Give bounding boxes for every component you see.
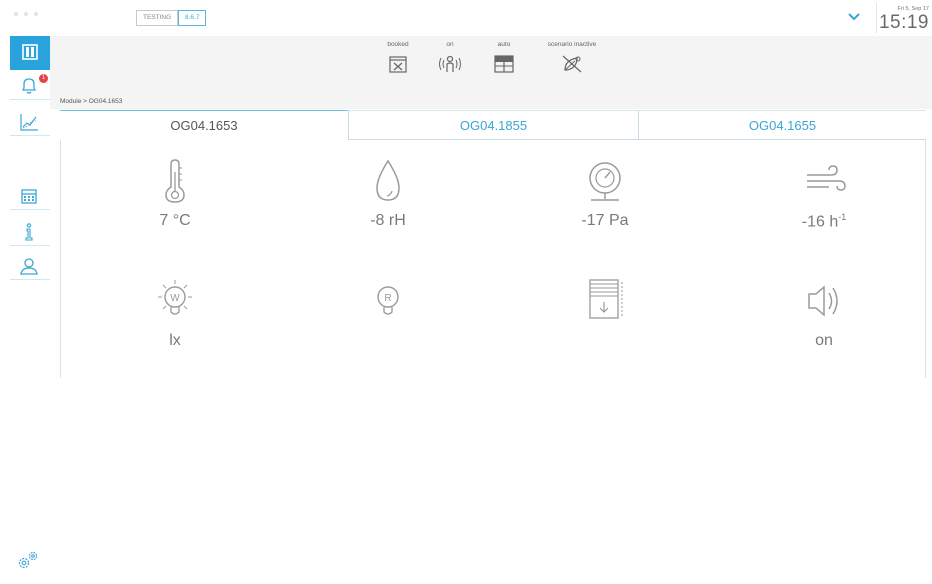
top-bar: TESTING 8.6.7 Fri 5, Sep 17 15:19 — [0, 0, 932, 36]
sidebar-item-calendar[interactable] — [10, 180, 50, 210]
humidity-value: -8 rH — [370, 212, 406, 229]
breadcrumb: Module > OG04.1653 — [60, 98, 123, 105]
status-bar: booked on auto scenario inactive Module … — [50, 36, 932, 109]
air-change-value: -16 h-1 — [801, 212, 847, 231]
pressure-tile[interactable]: -17 Pa — [530, 158, 680, 230]
lightbulb-w-icon: W — [158, 280, 192, 315]
user-icon — [20, 258, 38, 275]
droplet-icon — [376, 159, 400, 201]
tab-og04-1855[interactable]: OG04.1855 — [348, 110, 638, 140]
air-change-tile[interactable]: -16 h-1 — [749, 158, 899, 231]
pressure-value: -17 Pa — [581, 212, 629, 229]
status-auto-label: auto — [497, 41, 511, 48]
sound-value: on — [815, 332, 833, 349]
wind-icon — [807, 165, 846, 191]
bell-icon — [21, 78, 37, 94]
sidebar-item-info[interactable] — [10, 216, 50, 246]
testing-badge: TESTING — [136, 10, 179, 26]
status-scenario-label: scenario inactive — [547, 41, 597, 48]
blind-icon — [494, 55, 514, 73]
sidebar-item-notifications[interactable]: 1 — [10, 70, 50, 100]
blind-tile[interactable] — [530, 278, 680, 324]
time-label: 15:19 — [878, 12, 929, 33]
notification-badge: 1 — [39, 74, 48, 83]
speaker-icon — [808, 285, 838, 317]
svg-text:R: R — [384, 293, 391, 304]
lightbulb-r-icon: R — [377, 286, 399, 315]
calendar-icon — [21, 189, 37, 204]
sidebar-item-panel[interactable] — [10, 36, 50, 70]
illuminance-value: lx — [169, 332, 181, 349]
window-dots — [14, 12, 38, 16]
tab-og04-1655[interactable]: OG04.1655 — [638, 110, 926, 140]
tab-bar: OG04.1653 OG04.1855 OG04.1655 — [60, 110, 926, 140]
presence-icon — [439, 55, 461, 72]
tab-og04-1653[interactable]: OG04.1653 — [60, 110, 348, 140]
sidebar: 1 — [0, 36, 50, 584]
settings-icon[interactable] — [16, 550, 40, 570]
illuminance-tile[interactable]: W lx — [100, 278, 250, 350]
humidity-tile[interactable]: -8 rH — [313, 158, 463, 230]
room-panel: 7 °C -8 rH -17 Pa -16 h-1 W lx R on — [60, 140, 926, 378]
status-scenario[interactable]: scenario inactive — [537, 41, 607, 79]
chevron-down-icon[interactable] — [846, 11, 862, 23]
info-icon — [25, 223, 33, 241]
temperature-tile[interactable]: 7 °C — [100, 158, 250, 230]
scenario-inactive-icon — [562, 55, 582, 73]
temperature-value: 7 °C — [159, 212, 191, 229]
sidebar-item-charts[interactable] — [10, 106, 50, 136]
status-auto[interactable]: auto — [469, 41, 539, 79]
sound-tile[interactable]: on — [749, 278, 899, 350]
panel-icon — [22, 44, 38, 60]
sidebar-item-user[interactable] — [10, 250, 50, 280]
version-badge: 8.6.7 — [178, 10, 207, 26]
light-r-tile[interactable]: R — [313, 278, 463, 324]
calendar-x-icon — [389, 56, 407, 73]
clock: Fri 5, Sep 17 15:19 — [876, 3, 932, 33]
main-area: booked on auto scenario inactive Module … — [50, 36, 932, 584]
blind-down-icon — [589, 279, 623, 319]
chart-icon — [20, 114, 38, 131]
svg-text:W: W — [170, 293, 180, 304]
thermometer-icon — [165, 159, 185, 203]
pressure-gauge-icon — [589, 162, 621, 201]
